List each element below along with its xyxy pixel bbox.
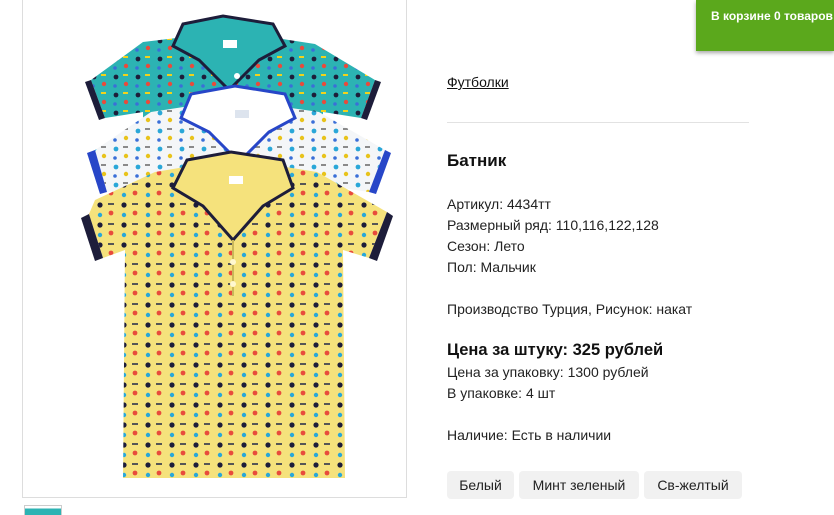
availability: Наличие: Есть в наличии [447, 427, 612, 443]
price-per-pack: Цена за упаковку: 1300 рублей [447, 364, 649, 380]
yellow-polo-shirt [81, 150, 393, 478]
product-sizes: Размерный ряд: 110,116,122,128 [447, 217, 659, 233]
price-per-unit: Цена за штуку: 325 рублей [447, 341, 664, 359]
color-option-light-yellow[interactable]: Св-желтый [644, 471, 742, 499]
product-thumbnail[interactable] [24, 505, 62, 515]
color-option-white[interactable]: Белый [447, 471, 514, 499]
product-title: Батник [447, 151, 507, 170]
cart-badge[interactable]: В корзине 0 товаров [696, 0, 834, 51]
divider [447, 122, 749, 123]
product-image[interactable] [22, 0, 407, 498]
product-season: Сезон: Лето [447, 238, 525, 254]
pack-count: В упаковке: 4 шт [447, 385, 556, 401]
category-link[interactable]: Футболки [447, 74, 509, 90]
polo-shirts-illustration [81, 14, 393, 478]
color-option-mint-green[interactable]: Минт зеленый [519, 471, 639, 499]
product-gender: Пол: Мальчик [447, 259, 536, 275]
product-production: Производство Турция, Рисунок: накат [447, 301, 693, 317]
product-article: Артикул: 4434тт [447, 196, 551, 212]
